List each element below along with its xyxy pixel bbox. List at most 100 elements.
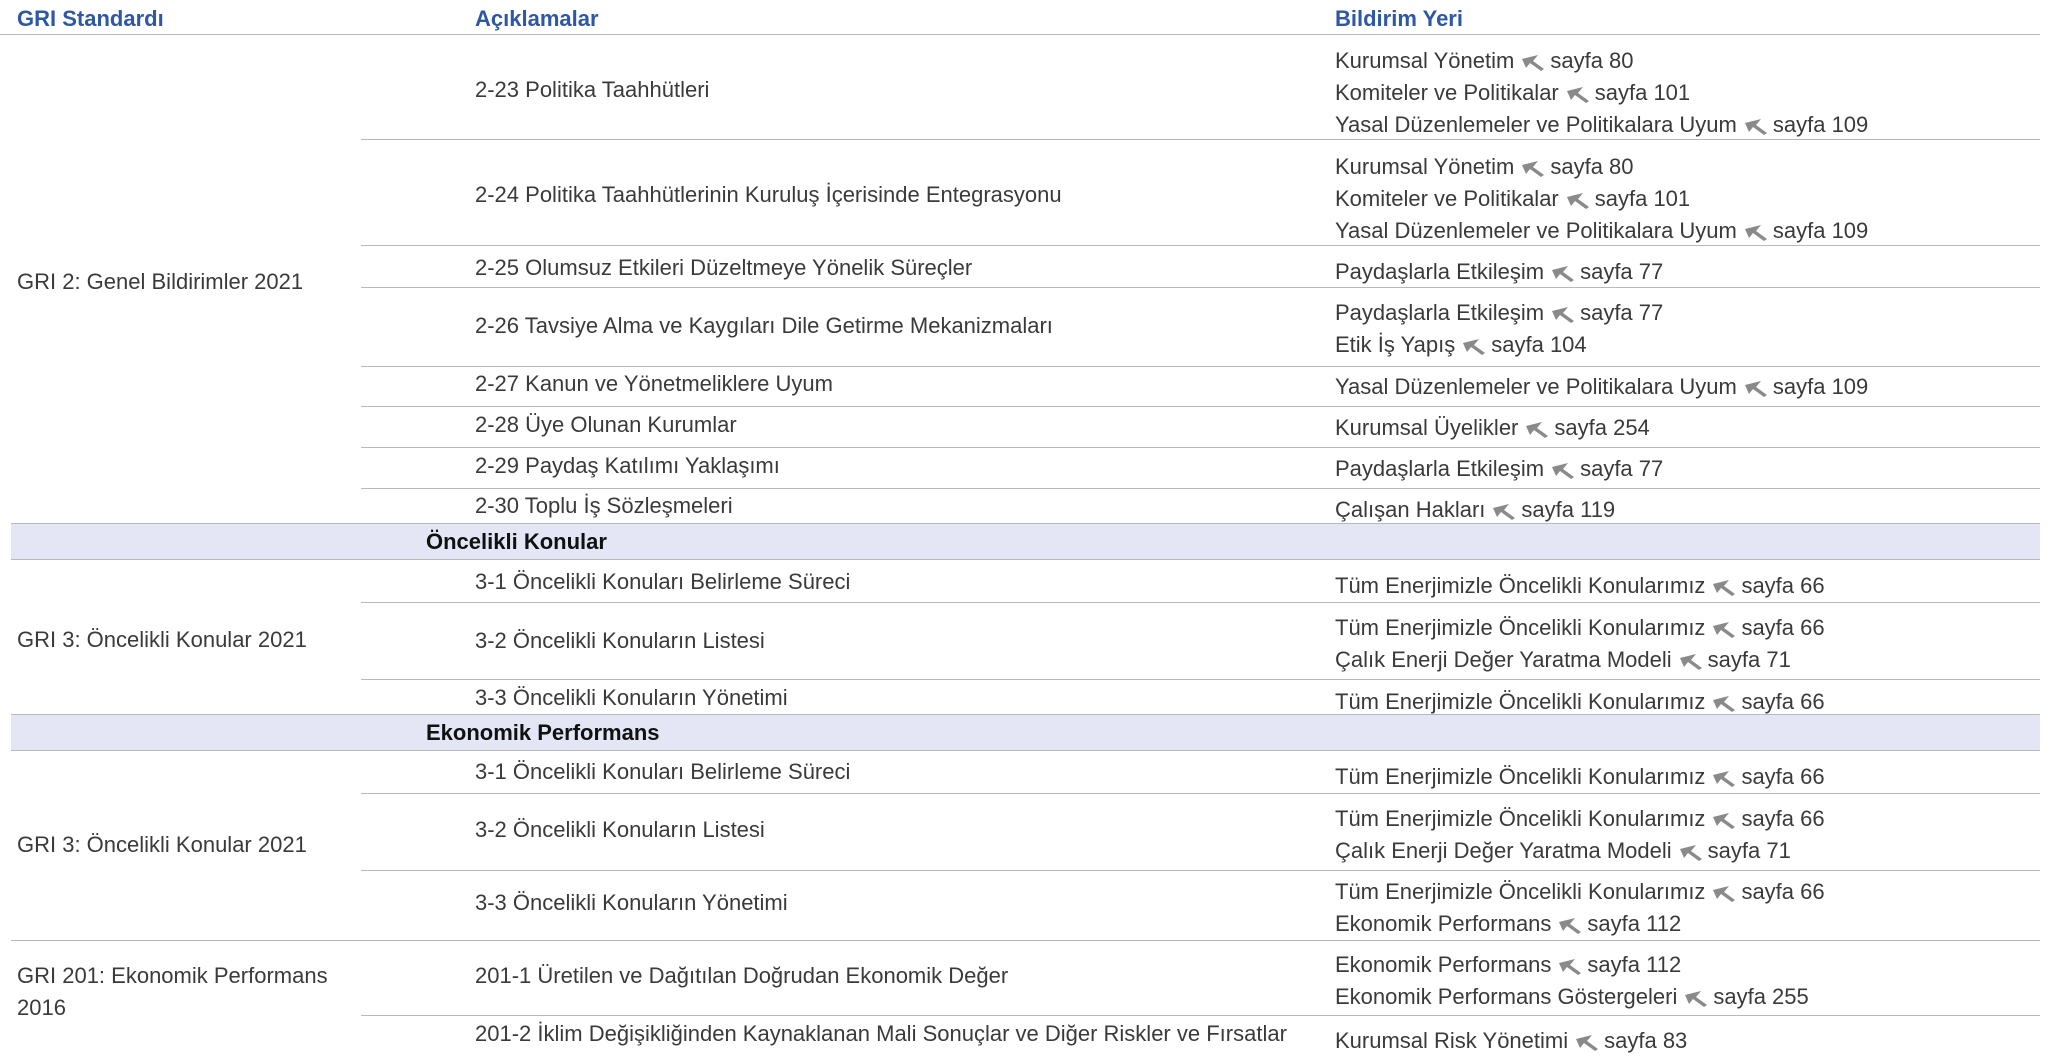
- reference-section-name: Çalışan Hakları: [1335, 497, 1486, 522]
- page-number[interactable]: sayfa 83: [1604, 1028, 1687, 1053]
- reference-link[interactable]: Komiteler ve Politikalar sayfa 101: [1335, 183, 1868, 215]
- page-number[interactable]: sayfa 77: [1580, 300, 1663, 325]
- disclosure-description: 3-3 Öncelikli Konuların Yönetimi: [475, 685, 788, 710]
- reference-link[interactable]: Yasal Düzenlemeler ve Politikalara Uyum s…: [1335, 109, 1868, 141]
- location-cell: Paydaşlarla Etkileşim sayfa 77: [1335, 256, 1663, 288]
- reference-link[interactable]: Yasal Düzenlemeler ve Politikalara Uyum s…: [1335, 215, 1868, 247]
- reference-link[interactable]: Kurumsal Risk Yönetimi sayfa 83: [1335, 1025, 1687, 1057]
- page-pointer-icon: [1565, 81, 1591, 103]
- page-pointer-icon: [1711, 690, 1737, 712]
- reference-section-name: Paydaşlarla Etkileşim: [1335, 300, 1545, 325]
- page-pointer-icon: [1520, 155, 1546, 177]
- page-number[interactable]: sayfa 80: [1550, 154, 1633, 179]
- reference-section-name: Tüm Enerjimizle Öncelikli Konularımız: [1335, 879, 1706, 904]
- disclosure-description: 2-25 Olumsuz Etkileri Düzeltmeye Yönelik…: [475, 255, 973, 280]
- page-pointer-icon: [1557, 953, 1583, 975]
- page-number[interactable]: sayfa 66: [1741, 573, 1824, 598]
- reference-link[interactable]: Etik İş Yapış sayfa 104: [1335, 329, 1663, 361]
- disclosure-description: 2-26 Tavsiye Alma ve Kaygıları Dile Geti…: [475, 313, 1053, 338]
- disclosure-description: 3-1 Öncelikli Konuları Belirleme Süreci: [475, 569, 851, 594]
- section-band-oncelikli-konular: Öncelikli Konular: [11, 523, 2040, 560]
- page-pointer-icon: [1550, 301, 1576, 323]
- location-cell: Ekonomik Performans sayfa 112 Ekonomik Per…: [1335, 949, 1809, 1013]
- page-number[interactable]: sayfa 77: [1580, 259, 1663, 284]
- reference-link[interactable]: Tüm Enerjimizle Öncelikli Konularımız say…: [1335, 612, 1825, 644]
- page-pointer-icon: [1711, 574, 1737, 596]
- page-pointer-icon: [1524, 416, 1550, 438]
- reference-section-name: Yasal Düzenlemeler ve Politikalara Uyum: [1335, 374, 1737, 399]
- page-number[interactable]: sayfa 66: [1741, 806, 1824, 831]
- reference-link[interactable]: Tüm Enerjimizle Öncelikli Konularımız say…: [1335, 876, 1825, 908]
- page-number[interactable]: sayfa 66: [1741, 879, 1824, 904]
- table-header: GRI Standardı Açıklamalar Bildirim Yeri: [0, 0, 2040, 35]
- reference-link[interactable]: Ekonomik Performans sayfa 112: [1335, 908, 1825, 940]
- reference-link[interactable]: Ekonomik Performans Göstergeleri sayfa 25…: [1335, 981, 1809, 1013]
- reference-link[interactable]: Çalışan Hakları sayfa 119: [1335, 494, 1615, 526]
- reference-link[interactable]: Tüm Enerjimizle Öncelikli Konularımız say…: [1335, 686, 1825, 718]
- page-pointer-icon: [1678, 839, 1704, 861]
- page-number[interactable]: sayfa 112: [1587, 911, 1681, 936]
- location-cell: Tüm Enerjimizle Öncelikli Konularımız say…: [1335, 803, 1825, 867]
- page-number[interactable]: sayfa 101: [1595, 186, 1690, 211]
- section-band-ekonomik-performans: Ekonomik Performans: [11, 714, 2040, 751]
- reference-section-name: Paydaşlarla Etkileşim: [1335, 456, 1545, 481]
- page-number[interactable]: sayfa 71: [1708, 647, 1791, 672]
- reference-link[interactable]: Paydaşlarla Etkileşim sayfa 77: [1335, 297, 1663, 329]
- location-cell: Tüm Enerjimizle Öncelikli Konularımız say…: [1335, 876, 1825, 940]
- location-cell: Tüm Enerjimizle Öncelikli Konularımız say…: [1335, 570, 1825, 602]
- header-gri-standard: GRI Standardı: [17, 6, 164, 31]
- location-cell: Kurumsal Risk Yönetimi sayfa 83: [1335, 1025, 1687, 1057]
- reference-section-name: Etik İş Yapış: [1335, 332, 1456, 357]
- location-cell: Paydaşlarla Etkileşim sayfa 77: [1335, 453, 1663, 485]
- page-number[interactable]: sayfa 66: [1741, 615, 1824, 640]
- page-number[interactable]: sayfa 112: [1587, 952, 1681, 977]
- section-title: Öncelikli Konular: [426, 529, 607, 554]
- reference-link[interactable]: Ekonomik Performans sayfa 112: [1335, 949, 1809, 981]
- page-number[interactable]: sayfa 66: [1741, 689, 1824, 714]
- reference-link[interactable]: Kurumsal Yönetim sayfa 80: [1335, 151, 1868, 183]
- reference-link[interactable]: Tüm Enerjimizle Öncelikli Konularımız say…: [1335, 570, 1825, 602]
- page-pointer-icon: [1711, 765, 1737, 787]
- page-number[interactable]: sayfa 255: [1713, 984, 1808, 1009]
- row-divider: [361, 488, 2040, 489]
- location-cell: Tüm Enerjimizle Öncelikli Konularımız say…: [1335, 761, 1825, 793]
- reference-section-name: Paydaşlarla Etkileşim: [1335, 259, 1545, 284]
- page-number[interactable]: sayfa 71: [1708, 838, 1791, 863]
- page-number[interactable]: sayfa 109: [1773, 218, 1868, 243]
- page-number[interactable]: sayfa 77: [1580, 456, 1663, 481]
- page-number[interactable]: sayfa 109: [1773, 112, 1868, 137]
- reference-link[interactable]: Komiteler ve Politikalar sayfa 101: [1335, 77, 1868, 109]
- page-number[interactable]: sayfa 101: [1595, 80, 1690, 105]
- page-pointer-icon: [1520, 49, 1546, 71]
- page-number[interactable]: sayfa 109: [1773, 374, 1868, 399]
- page-number[interactable]: sayfa 104: [1491, 332, 1586, 357]
- gri-standard-cell: GRI 2: Genel Bildirimler 2021: [17, 269, 304, 294]
- reference-link[interactable]: Tüm Enerjimizle Öncelikli Konularımız say…: [1335, 761, 1825, 793]
- page-number[interactable]: sayfa 254: [1554, 415, 1649, 440]
- disclosure-description: 3-1 Öncelikli Konuları Belirleme Süreci: [475, 759, 851, 784]
- reference-link[interactable]: Yasal Düzenlemeler ve Politikalara Uyum s…: [1335, 371, 1868, 403]
- location-cell: Kurumsal Yönetim sayfa 80 Komiteler ve Pol…: [1335, 151, 1868, 247]
- page-number[interactable]: sayfa 80: [1550, 48, 1633, 73]
- location-cell: Paydaşlarla Etkileşim sayfa 77 Etik İş Yap…: [1335, 297, 1663, 361]
- page-number[interactable]: sayfa 119: [1521, 497, 1615, 522]
- reference-link[interactable]: Çalık Enerji Değer Yaratma Modeli sayfa 7…: [1335, 644, 1825, 676]
- header-explanations: Açıklamalar: [475, 6, 599, 31]
- disclosure-description: 3-2 Öncelikli Konuların Listesi: [475, 628, 765, 653]
- reference-link[interactable]: Çalık Enerji Değer Yaratma Modeli sayfa 7…: [1335, 835, 1825, 867]
- reference-section-name: Ekonomik Performans: [1335, 952, 1552, 977]
- page-pointer-icon: [1574, 1029, 1600, 1051]
- row-divider: [361, 406, 2040, 407]
- reference-link[interactable]: Paydaşlarla Etkileşim sayfa 77: [1335, 256, 1663, 288]
- reference-section-name: Çalık Enerji Değer Yaratma Modeli: [1335, 647, 1672, 672]
- page-pointer-icon: [1550, 457, 1576, 479]
- reference-section-name: Kurumsal Yönetim: [1335, 154, 1515, 179]
- reference-link[interactable]: Kurumsal Üyelikler sayfa 254: [1335, 412, 1650, 444]
- reference-link[interactable]: Tüm Enerjimizle Öncelikli Konularımız say…: [1335, 803, 1825, 835]
- reference-link[interactable]: Kurumsal Yönetim sayfa 80: [1335, 45, 1868, 77]
- page-number[interactable]: sayfa 66: [1741, 764, 1824, 789]
- reference-link[interactable]: Paydaşlarla Etkileşim sayfa 77: [1335, 453, 1663, 485]
- gri-index-page: GRI Standardı Açıklamalar Bildirim Yeri …: [0, 0, 2049, 1053]
- page-pointer-icon: [1683, 985, 1709, 1007]
- location-cell: Kurumsal Üyelikler sayfa 254: [1335, 412, 1650, 444]
